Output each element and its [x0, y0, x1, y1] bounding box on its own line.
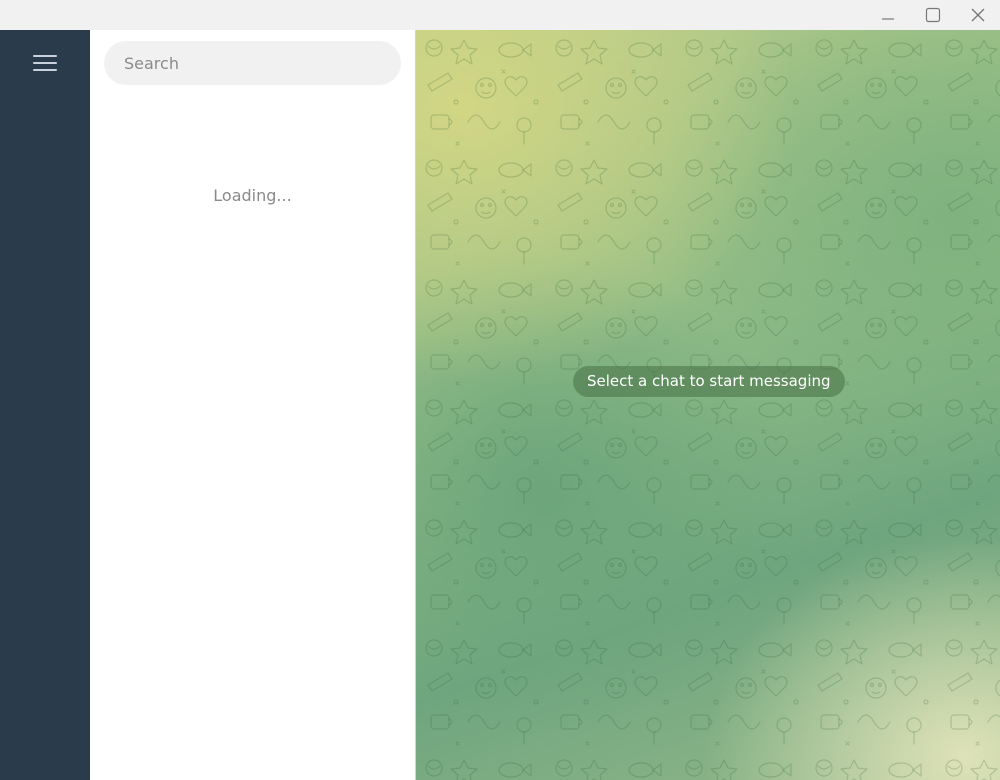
- background-pattern: [416, 30, 1000, 780]
- sidebar: [0, 30, 90, 780]
- window-titlebar: [0, 0, 1000, 30]
- empty-chat-message: Select a chat to start messaging: [573, 366, 845, 397]
- maximize-icon: [925, 7, 940, 23]
- close-icon: [971, 8, 984, 22]
- hamburger-menu-icon: [33, 55, 57, 71]
- chat-area: [416, 30, 1000, 780]
- search-input[interactable]: [104, 41, 401, 85]
- minimize-icon: [881, 18, 894, 20]
- close-button[interactable]: [955, 0, 1000, 30]
- minimize-button[interactable]: [865, 0, 910, 30]
- maximize-button[interactable]: [910, 0, 955, 30]
- chat-list-panel: Loading...: [90, 30, 415, 780]
- main-menu-button[interactable]: [22, 46, 68, 80]
- loading-text: Loading...: [213, 186, 292, 205]
